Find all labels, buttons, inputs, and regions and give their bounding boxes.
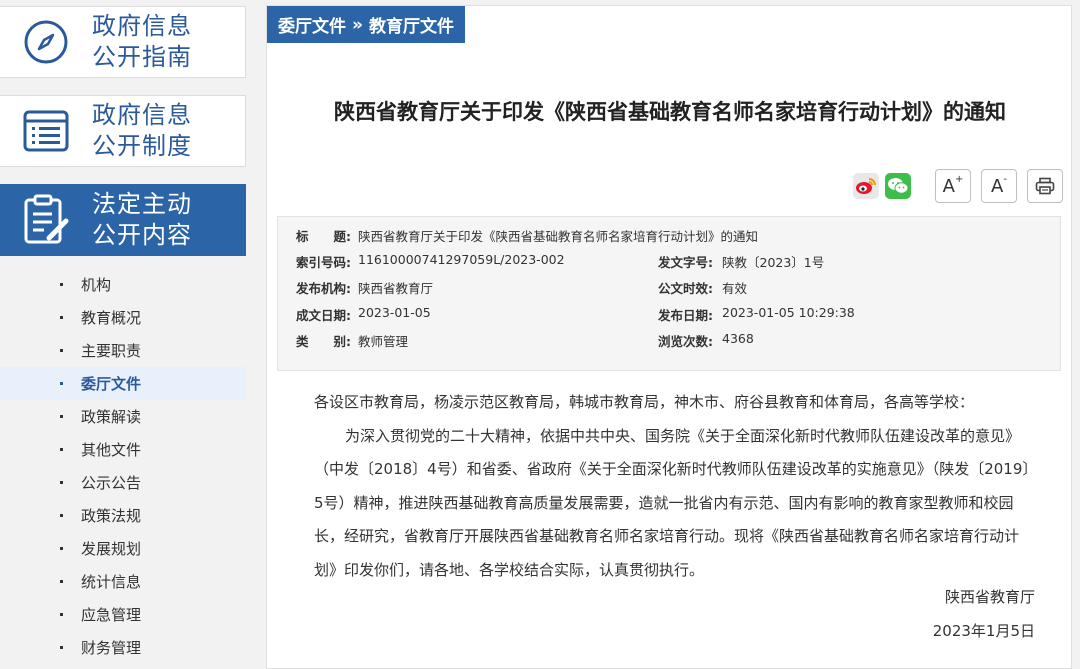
sidebar: 政府信息 公开指南 政府信息 公开制度 法定主动 公开内容 机构 教育概况 主要… <box>0 0 247 664</box>
article-toolbar: A + A- <box>847 169 1063 203</box>
compass-icon <box>0 19 92 65</box>
sidebar-nav: 机构 教育概况 主要职责 委厅文件 政策解读 其他文件 公示公告 政策法规 发展… <box>0 268 246 664</box>
wechat-share-button[interactable] <box>885 173 911 199</box>
article-body: 各设区市教育局，杨凌示范区教育局，韩城市教育局，神木市、府谷县教育和体育局，各高… <box>314 386 1034 587</box>
printer-icon <box>1035 177 1055 195</box>
wechat-icon <box>888 178 909 194</box>
meta-org-row: 发布机构: 陕西省教育厅 <box>296 281 434 296</box>
sidebar-item-interpretation[interactable]: 政策解读 <box>0 400 246 433</box>
meta-created-row: 成文日期: 2023-01-05 <box>296 305 431 323</box>
sidebar-card-label: 政府信息 公开制度 <box>92 101 192 160</box>
breadcrumb-current[interactable]: 教育厅文件 <box>369 12 454 37</box>
bullet-icon <box>60 514 63 517</box>
breadcrumb: 委厅文件 » 教育厅文件 <box>267 6 465 43</box>
sidebar-item-other-docs[interactable]: 其他文件 <box>0 433 246 466</box>
list-icon <box>0 109 92 153</box>
sidebar-item-statistics[interactable]: 统计信息 <box>0 565 246 598</box>
signature-date: 2023年1月5日 <box>932 622 1035 640</box>
sidebar-card-content[interactable]: 法定主动 公开内容 <box>0 184 246 256</box>
meta-docno-row: 发文字号: 陕教〔2023〕1号 <box>658 255 825 270</box>
sidebar-item-overview[interactable]: 教育概况 <box>0 301 246 334</box>
sidebar-item-org[interactable]: 机构 <box>0 268 246 301</box>
meta-title-row: 标 题: 陕西省教育厅关于印发《陕西省基础教育名师名家培育行动计划》的通知 <box>296 229 759 244</box>
sidebar-card-label: 法定主动 公开内容 <box>92 190 192 249</box>
breadcrumb-parent[interactable]: 委厅文件 <box>278 12 346 37</box>
addressee: 各设区市教育局，杨凌示范区教育局，韩城市教育局，神木市、府谷县教育和体育局，各高… <box>314 393 975 411</box>
sidebar-card-label: 政府信息 公开指南 <box>92 12 192 71</box>
bullet-icon <box>60 448 63 451</box>
font-increase-button[interactable]: A + <box>935 169 971 203</box>
page-title: 陕西省教育厅关于印发《陕西省基础教育名师名家培育行动计划》的通知 <box>334 100 1006 124</box>
bullet-icon <box>60 349 63 352</box>
sidebar-item-planning[interactable]: 发展规划 <box>0 532 246 565</box>
bullet-icon <box>60 580 63 583</box>
sidebar-card-guide[interactable]: 政府信息 公开指南 <box>0 6 246 78</box>
font-decrease-button[interactable]: A- <box>981 169 1017 203</box>
meta-views-row: 浏览次数: 4368 <box>658 331 754 349</box>
sidebar-card-system[interactable]: 政府信息 公开制度 <box>0 95 246 167</box>
body-paragraph: 为深入贯彻党的二十大精神，依据中共中央、国务院《关于全面深化新时代教师队伍建设改… <box>314 426 1030 579</box>
meta-index-row: 索引号码: 11610000741297059L/2023-002 <box>296 252 565 270</box>
weibo-share-button[interactable] <box>853 173 879 199</box>
signature: 陕西省教育厅 <box>944 588 1035 606</box>
meta-category-row: 类 别: 教师管理 <box>296 334 409 349</box>
clipboard-edit-icon <box>0 194 92 246</box>
sidebar-item-finance[interactable]: 财务管理 <box>0 631 246 664</box>
bullet-icon <box>60 547 63 550</box>
sidebar-item-notices[interactable]: 公示公告 <box>0 466 246 499</box>
bullet-icon <box>60 613 63 616</box>
bullet-icon <box>60 415 63 418</box>
main-panel: 委厅文件 » 教育厅文件 陕西省教育厅关于印发《陕西省基础教育名师名家培育行动计… <box>266 5 1072 669</box>
breadcrumb-separator: » <box>352 14 363 35</box>
sidebar-item-emergency[interactable]: 应急管理 <box>0 598 246 631</box>
bullet-icon <box>60 316 63 319</box>
meta-validity-row: 公文时效: 有效 <box>658 281 748 296</box>
document-metadata: 标 题: 陕西省教育厅关于印发《陕西省基础教育名师名家培育行动计划》的通知 索引… <box>277 216 1061 371</box>
sidebar-item-regulations[interactable]: 政策法规 <box>0 499 246 532</box>
bullet-icon <box>60 283 63 286</box>
bullet-icon <box>60 481 63 484</box>
bullet-icon <box>60 382 63 385</box>
bullet-icon <box>60 646 63 649</box>
sidebar-item-documents[interactable]: 委厅文件 <box>0 367 246 400</box>
weibo-icon <box>856 178 876 194</box>
meta-published-row: 发布日期: 2023-01-05 10:29:38 <box>658 305 855 323</box>
sidebar-item-duties[interactable]: 主要职责 <box>0 334 246 367</box>
print-button[interactable] <box>1027 169 1063 203</box>
